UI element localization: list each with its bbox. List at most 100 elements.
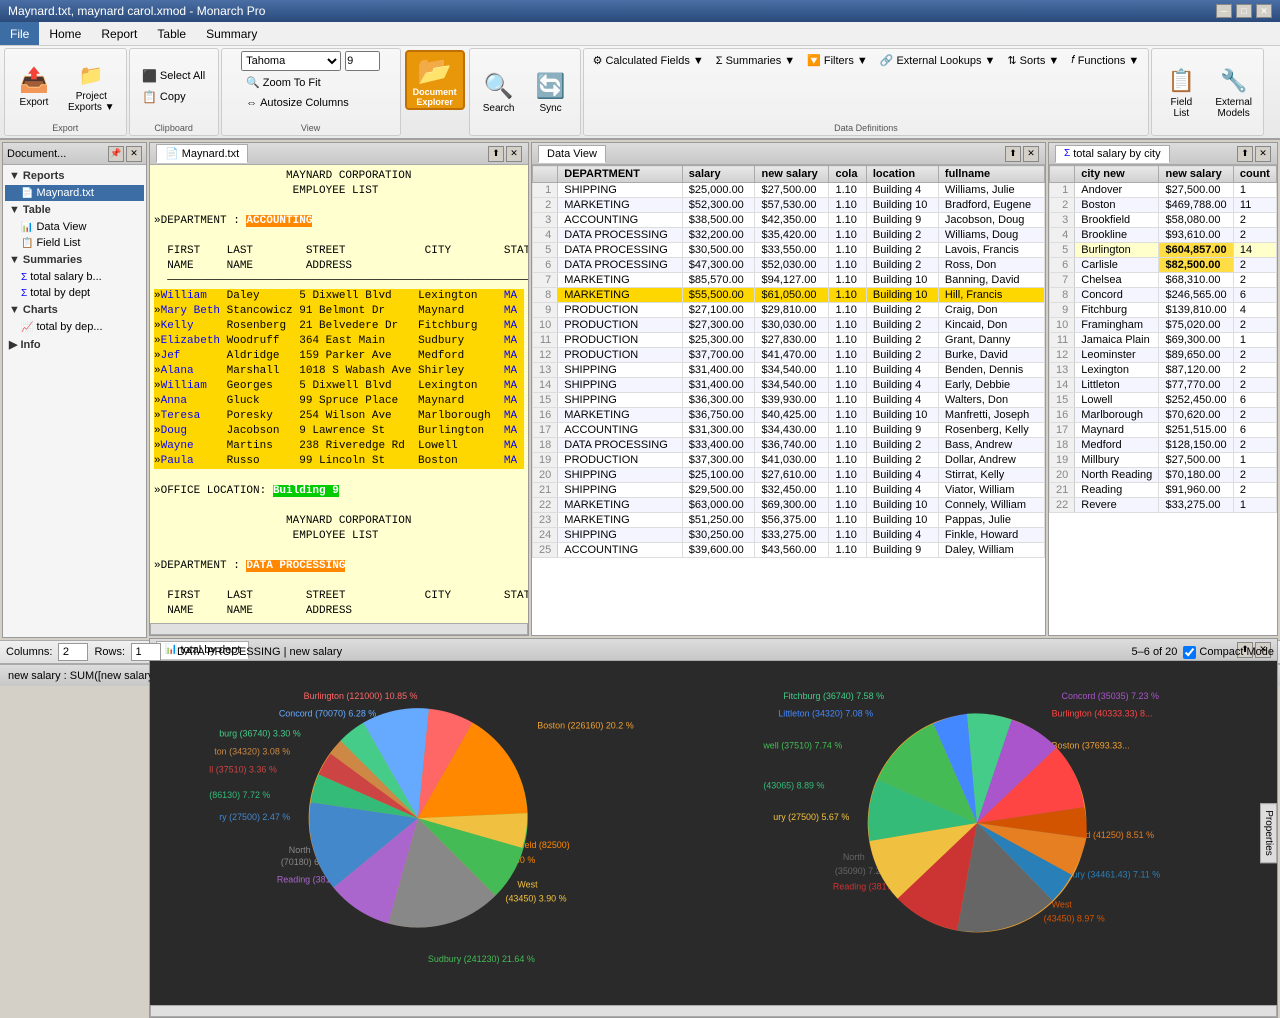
charts-section[interactable]: ▼ Charts [5, 301, 144, 319]
table-row[interactable]: 8MARKETING$55,500.00$61,050.001.10Buildi… [533, 288, 1045, 303]
functions-button[interactable]: 𝑓 Functions ▼ [1066, 51, 1144, 70]
close-btn[interactable]: ✕ [1256, 4, 1272, 18]
data-view-item[interactable]: 📊 Data View [5, 219, 144, 235]
table-row[interactable]: 7MARKETING$85,570.00$94,127.001.10Buildi… [533, 273, 1045, 288]
table-row[interactable]: 22MARKETING$63,000.00$69,300.001.10Build… [533, 498, 1045, 513]
summary-row[interactable]: 4Brookline$93,610.002 [1050, 228, 1277, 243]
data-panel-restore-btn[interactable]: ⬆ [1005, 146, 1021, 162]
external-models-button[interactable]: 🔧 ExternalModels [1208, 60, 1259, 124]
text-row-2[interactable]: »Mary Beth Stancowicz 91 Belmont Dr Mayn… [154, 304, 524, 319]
summary-row[interactable]: 1Andover$27,500.001 [1050, 183, 1277, 198]
sum-col-count[interactable]: count [1233, 166, 1276, 183]
summary-row[interactable]: 20North Reading$70,180.002 [1050, 468, 1277, 483]
table-row[interactable]: 21SHIPPING$29,500.00$32,450.001.10Buildi… [533, 483, 1045, 498]
menu-report[interactable]: Report [91, 22, 147, 45]
menu-summary[interactable]: Summary [196, 22, 267, 45]
summary-table[interactable]: city new new salary count 1Andover$27,50… [1049, 165, 1277, 635]
col-header-newsalary[interactable]: new salary [755, 166, 829, 183]
summary-row[interactable]: 11Jamaica Plain$69,300.001 [1050, 333, 1277, 348]
columns-spinner[interactable] [58, 643, 88, 661]
summary-row[interactable]: 3Brookfield$58,080.002 [1050, 213, 1277, 228]
summary-row[interactable]: 22Revere$33,275.001 [1050, 498, 1277, 513]
properties-tab[interactable]: Properties [1260, 803, 1277, 863]
summary-row[interactable]: 14Littleton$77,770.002 [1050, 378, 1277, 393]
table-row[interactable]: 23MARKETING$51,250.00$56,375.001.10Build… [533, 513, 1045, 528]
summary-row[interactable]: 19Millbury$27,500.001 [1050, 453, 1277, 468]
text-row-6[interactable]: »Alana Marshall 1018 S Wabash Ave Shirle… [154, 364, 524, 379]
col-header-cola[interactable]: cola [829, 166, 866, 183]
data-view-tab[interactable]: Data View [538, 145, 606, 163]
summary-row[interactable]: 18Medford$128,150.002 [1050, 438, 1277, 453]
text-row-8[interactable]: »Anna Gluck 99 Spruce Place Maynard MA [154, 394, 524, 409]
sorts-button[interactable]: ⇅ Sorts ▼ [1002, 51, 1064, 70]
data-table[interactable]: DEPARTMENT salary new salary cola locati… [532, 165, 1045, 635]
summary-row[interactable]: 17Maynard$251,515.006 [1050, 423, 1277, 438]
summary-restore-btn[interactable]: ⬆ [1237, 146, 1253, 162]
summary-row[interactable]: 8Concord$246,565.006 [1050, 288, 1277, 303]
chart-item[interactable]: 📈 total by dep... [5, 319, 144, 335]
table-row[interactable]: 10PRODUCTION$27,300.00$30,030.001.10Buil… [533, 318, 1045, 333]
table-row[interactable]: 15SHIPPING$36,300.00$39,930.001.10Buildi… [533, 393, 1045, 408]
text-row-4[interactable]: »Elizabeth Woodruff 364 East Main Sudbur… [154, 334, 524, 349]
sync-button[interactable]: 🔄 Sync [526, 66, 576, 119]
document-explorer-button[interactable]: 📂 DocumentExplorer [405, 50, 465, 110]
font-name-select[interactable]: Tahoma [241, 51, 341, 71]
text-row-5[interactable]: »Jef Aldridge 159 Parker Ave Medford MA [154, 349, 524, 364]
summaries-section[interactable]: ▼ Summaries [5, 251, 144, 269]
field-list-button[interactable]: 📋 FieldList [1156, 60, 1206, 124]
summary-row[interactable]: 2Boston$469,788.0011 [1050, 198, 1277, 213]
text-panel-restore-btn[interactable]: ⬆ [488, 146, 504, 162]
table-row[interactable]: 19PRODUCTION$37,300.00$41,030.001.10Buil… [533, 453, 1045, 468]
autosize-columns-button[interactable]: ⇔ Autosize Columns [241, 94, 354, 112]
sum-col-salary[interactable]: new salary [1159, 166, 1233, 183]
doc-panel-close-btn[interactable]: ✕ [126, 146, 142, 162]
summaries-button[interactable]: Σ Summaries ▼ [711, 52, 800, 70]
summary-row[interactable]: 5Burlington$604,857.0014 [1050, 243, 1277, 258]
total-by-dept-item[interactable]: Σ total by dept [5, 285, 144, 301]
export-button[interactable]: 📤 Export [9, 60, 59, 113]
summary-row[interactable]: 16Marlborough$70,620.002 [1050, 408, 1277, 423]
maynard-txt-item[interactable]: 📄 Maynard.txt [5, 185, 144, 201]
doc-panel-pin-btn[interactable]: 📌 [108, 146, 124, 162]
field-list-item[interactable]: 📋 Field List [5, 235, 144, 251]
reports-section[interactable]: ▼ Reports [5, 167, 144, 185]
maximize-btn[interactable]: □ [1236, 4, 1252, 18]
table-row[interactable]: 16MARKETING$36,750.00$40,425.001.10Build… [533, 408, 1045, 423]
table-row[interactable]: 25ACCOUNTING$39,600.00$43,560.001.10Buil… [533, 543, 1045, 558]
summary-row[interactable]: 7Chelsea$68,310.002 [1050, 273, 1277, 288]
text-content[interactable]: MAYNARD CORPORATION EMPLOYEE LIST »DEPAR… [150, 165, 528, 623]
copy-button[interactable]: 📋 Copy [137, 87, 210, 107]
menu-table[interactable]: Table [147, 22, 196, 45]
compact-mode-checkbox[interactable] [1183, 646, 1196, 659]
table-row[interactable]: 18DATA PROCESSING$33,400.00$36,740.001.1… [533, 438, 1045, 453]
search-button[interactable]: 🔍 Search [474, 66, 524, 119]
rows-spinner[interactable] [131, 643, 161, 661]
text-row-7[interactable]: »William Georges 5 Dixwell Blvd Lexingto… [154, 379, 524, 394]
summary-tab[interactable]: Σ total salary by city [1055, 145, 1170, 163]
col-header-location[interactable]: location [866, 166, 938, 183]
table-row[interactable]: 13SHIPPING$31,400.00$34,540.001.10Buildi… [533, 363, 1045, 378]
summary-row[interactable]: 9Fitchburg$139,810.004 [1050, 303, 1277, 318]
table-row[interactable]: 1SHIPPING$25,000.00$27,500.001.10Buildin… [533, 183, 1045, 198]
summary-row[interactable]: 15Lowell$252,450.006 [1050, 393, 1277, 408]
summary-close-btn[interactable]: ✕ [1255, 146, 1271, 162]
table-row[interactable]: 6DATA PROCESSING$47,300.00$52,030.001.10… [533, 258, 1045, 273]
col-header-salary[interactable]: salary [682, 166, 755, 183]
summary-row[interactable]: 21Reading$91,960.002 [1050, 483, 1277, 498]
ext-lookups-button[interactable]: 🔗 External Lookups ▼ [875, 51, 1001, 70]
menu-file[interactable]: File [0, 22, 39, 45]
summary-row[interactable]: 10Framingham$75,020.002 [1050, 318, 1277, 333]
minimize-btn[interactable]: ─ [1216, 4, 1232, 18]
calculated-fields-button[interactable]: ⚙ Calculated Fields ▼ [588, 51, 709, 70]
data-panel-close-btn[interactable]: ✕ [1023, 146, 1039, 162]
summary-row[interactable]: 6Carlisle$82,500.002 [1050, 258, 1277, 273]
summary-row[interactable]: 13Lexington$87,120.002 [1050, 363, 1277, 378]
text-scrollbar-h[interactable] [150, 623, 528, 635]
project-exports-button[interactable]: 📁 ProjectExports ▼ [61, 54, 122, 118]
total-salary-item[interactable]: Σ total salary b... [5, 269, 144, 285]
table-row[interactable]: 12PRODUCTION$37,700.00$41,470.001.10Buil… [533, 348, 1045, 363]
text-row-1[interactable]: »William Daley 5 Dixwell Blvd Lexington … [154, 289, 524, 304]
summary-row[interactable]: 12Leominster$89,650.002 [1050, 348, 1277, 363]
text-row-3[interactable]: »Kelly Rosenberg 21 Belvedere Dr Fitchbu… [154, 319, 524, 334]
table-row[interactable]: 2MARKETING$52,300.00$57,530.001.10Buildi… [533, 198, 1045, 213]
